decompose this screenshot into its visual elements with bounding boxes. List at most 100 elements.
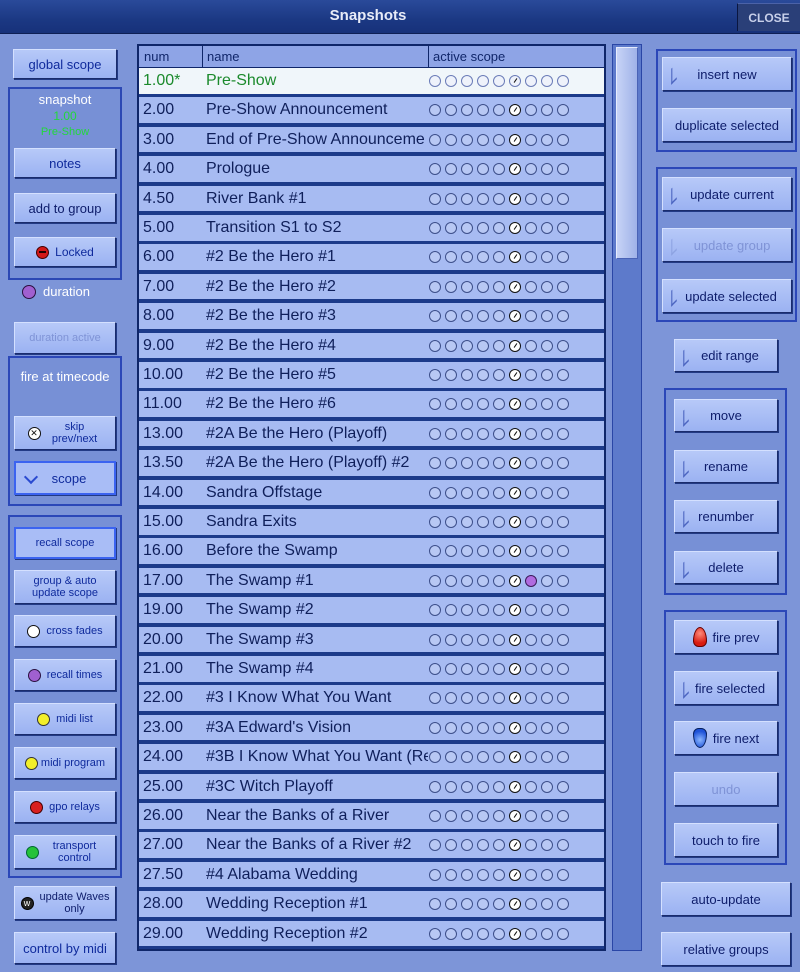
chevron-down-icon [23, 469, 39, 485]
duplicate-selected-button[interactable]: duplicate selected [662, 108, 792, 142]
delete-button[interactable]: delete [674, 551, 778, 584]
skip-prev-next-button[interactable]: ✕ skip prev/next [14, 416, 116, 450]
close-button[interactable]: CLOSE [737, 3, 800, 31]
scope-indicator-icon [477, 280, 489, 293]
scope-indicator-icon [461, 545, 473, 558]
scope-indicator-icon [445, 104, 457, 117]
auto-update-label: auto-update [691, 891, 761, 907]
table-row[interactable]: 4.50 River Bank #1 [139, 185, 604, 214]
rename-button[interactable]: rename [674, 450, 778, 483]
group-auto-update-scope-button[interactable]: group & auto update scope [14, 570, 116, 604]
fire-prev-button[interactable]: fire prev [674, 620, 778, 654]
table-row[interactable]: 23.00 #3A Edward's Vision [139, 714, 604, 743]
scope-indicator-icon [477, 633, 489, 646]
table-row[interactable]: 9.00 #2 Be the Hero #4 [139, 332, 604, 361]
scope-indicator-icon [429, 721, 441, 734]
table-row[interactable]: 1.00* Pre-Show [139, 68, 604, 96]
header-num[interactable]: num [144, 49, 169, 64]
table-row[interactable]: 7.00 #2 Be the Hero #2 [139, 273, 604, 302]
row-name: #2 Be the Hero #6 [206, 395, 336, 413]
table-row[interactable]: 8.00 #2 Be the Hero #3 [139, 303, 604, 331]
duration-active-button[interactable]: duration active [14, 322, 116, 354]
table-row[interactable]: 15.00 Sandra Exits [139, 509, 604, 537]
table-row[interactable]: 10.00 #2 Be the Hero #5 [139, 362, 604, 390]
table-row[interactable]: 3.00 End of Pre-Show Announceme [139, 126, 604, 155]
table-row[interactable]: 26.00 Near the Banks of a River [139, 803, 604, 831]
scrollbar-thumb[interactable] [616, 47, 638, 259]
chevron-left-icon [683, 455, 689, 478]
table-row[interactable]: 16.00 Before the Swamp [139, 538, 604, 566]
table-row[interactable]: 25.00 #3C Witch Playoff [139, 773, 604, 802]
update-waves-only-button[interactable]: w update Waves only [14, 886, 116, 920]
row-active-scope [429, 457, 569, 470]
row-num: 26.00 [143, 807, 184, 824]
fire-selected-button[interactable]: fire selected [674, 671, 778, 705]
scope-indicator-icon [541, 721, 553, 734]
table-row[interactable]: 29.00 Wedding Reception #2 [139, 920, 604, 949]
edit-range-button[interactable]: edit range [674, 339, 778, 372]
renumber-button[interactable]: renumber [674, 500, 778, 533]
move-button[interactable]: move [674, 399, 778, 432]
gpo-relays-button[interactable]: gpo relays [14, 791, 116, 823]
transport-control-button[interactable]: transport control [14, 835, 116, 869]
fire-next-button[interactable]: fire next [674, 721, 778, 755]
midi-program-button[interactable]: midi program [14, 747, 116, 779]
cross-fades-button[interactable]: cross fades [14, 615, 116, 647]
table-row[interactable]: 19.00 The Swamp #2 [139, 597, 604, 625]
notes-button[interactable]: notes [14, 148, 116, 178]
table-row[interactable]: 17.00 The Swamp #1 [139, 567, 604, 596]
add-to-group-button[interactable]: add to group [14, 193, 116, 223]
control-by-midi-button[interactable]: control by midi [14, 932, 116, 964]
table-row[interactable]: 28.00 Wedding Reception #1 [139, 891, 604, 919]
locked-button[interactable]: Locked [14, 237, 116, 267]
table-row[interactable]: 27.50 #4 Alabama Wedding [139, 861, 604, 890]
scope-indicator-icon [557, 369, 569, 381]
global-scope-button[interactable]: global scope [13, 49, 117, 79]
update-selected-button[interactable]: update selected [662, 279, 792, 313]
scope-indicator-icon [525, 133, 537, 146]
rename-label: rename [703, 459, 749, 474]
row-name: The Swamp #1 [206, 571, 314, 589]
table-row[interactable]: 6.00 #2 Be the Hero #1 [139, 244, 604, 272]
table-row[interactable]: 21.00 The Swamp #4 [139, 656, 604, 684]
insert-new-button[interactable]: insert new [662, 57, 792, 91]
table-row[interactable]: 13.50 #2A Be the Hero (Playoff) #2 [139, 450, 604, 478]
update-current-button[interactable]: update current [662, 177, 792, 211]
table-row[interactable]: 14.00 Sandra Offstage [139, 479, 604, 508]
relative-groups-button[interactable]: relative groups [661, 932, 791, 966]
row-name: Prologue [206, 160, 271, 178]
table-row[interactable]: 20.00 The Swamp #3 [139, 626, 604, 655]
row-num: 6.00 [143, 248, 175, 266]
update-group-button[interactable]: update group [662, 228, 792, 262]
midi-list-button[interactable]: midi list [14, 703, 116, 735]
table-row[interactable]: 22.00 #3 I Know What You Want [139, 685, 604, 713]
row-active-scope [429, 663, 569, 675]
fade-icon [27, 624, 41, 638]
header-name[interactable]: name [207, 49, 240, 64]
auto-update-button[interactable]: auto-update [661, 882, 791, 916]
scope-indicator-icon [477, 192, 489, 205]
table-row[interactable]: 4.00 Prologue [139, 156, 604, 184]
row-name: The Swamp #4 [206, 660, 314, 677]
scope-indicator-icon [493, 810, 505, 822]
fire-prev-label: fire prev [712, 629, 760, 645]
recall-times-button[interactable]: recall times [14, 659, 116, 691]
recall-scope-button[interactable]: recall scope [14, 527, 116, 559]
scope-indicator-icon [429, 574, 441, 587]
table-row[interactable]: 13.00 #2A Be the Hero (Playoff) [139, 420, 604, 449]
scope-indicator-icon [477, 457, 489, 470]
table-row[interactable]: 5.00 Transition S1 to S2 [139, 215, 604, 243]
table-row[interactable]: 2.00 Pre-Show Announcement [139, 97, 604, 125]
table-row[interactable]: 24.00 #3B I Know What You Want (Re [139, 744, 604, 772]
scope-button[interactable]: scope [14, 461, 116, 495]
table-row[interactable]: 27.00 Near the Banks of a River #2 [139, 832, 604, 860]
header-active-scope[interactable]: active scope [433, 49, 505, 64]
table-scrollbar[interactable] [612, 44, 642, 951]
row-active-scope [429, 604, 569, 617]
fire-selected-label: fire selected [694, 680, 766, 696]
scope-indicator-icon [461, 604, 473, 617]
row-num: 1.00* [143, 72, 181, 89]
undo-button[interactable]: undo [674, 772, 778, 806]
table-row[interactable]: 11.00 #2 Be the Hero #6 [139, 391, 604, 419]
touch-to-fire-button[interactable]: touch to fire [674, 823, 778, 857]
